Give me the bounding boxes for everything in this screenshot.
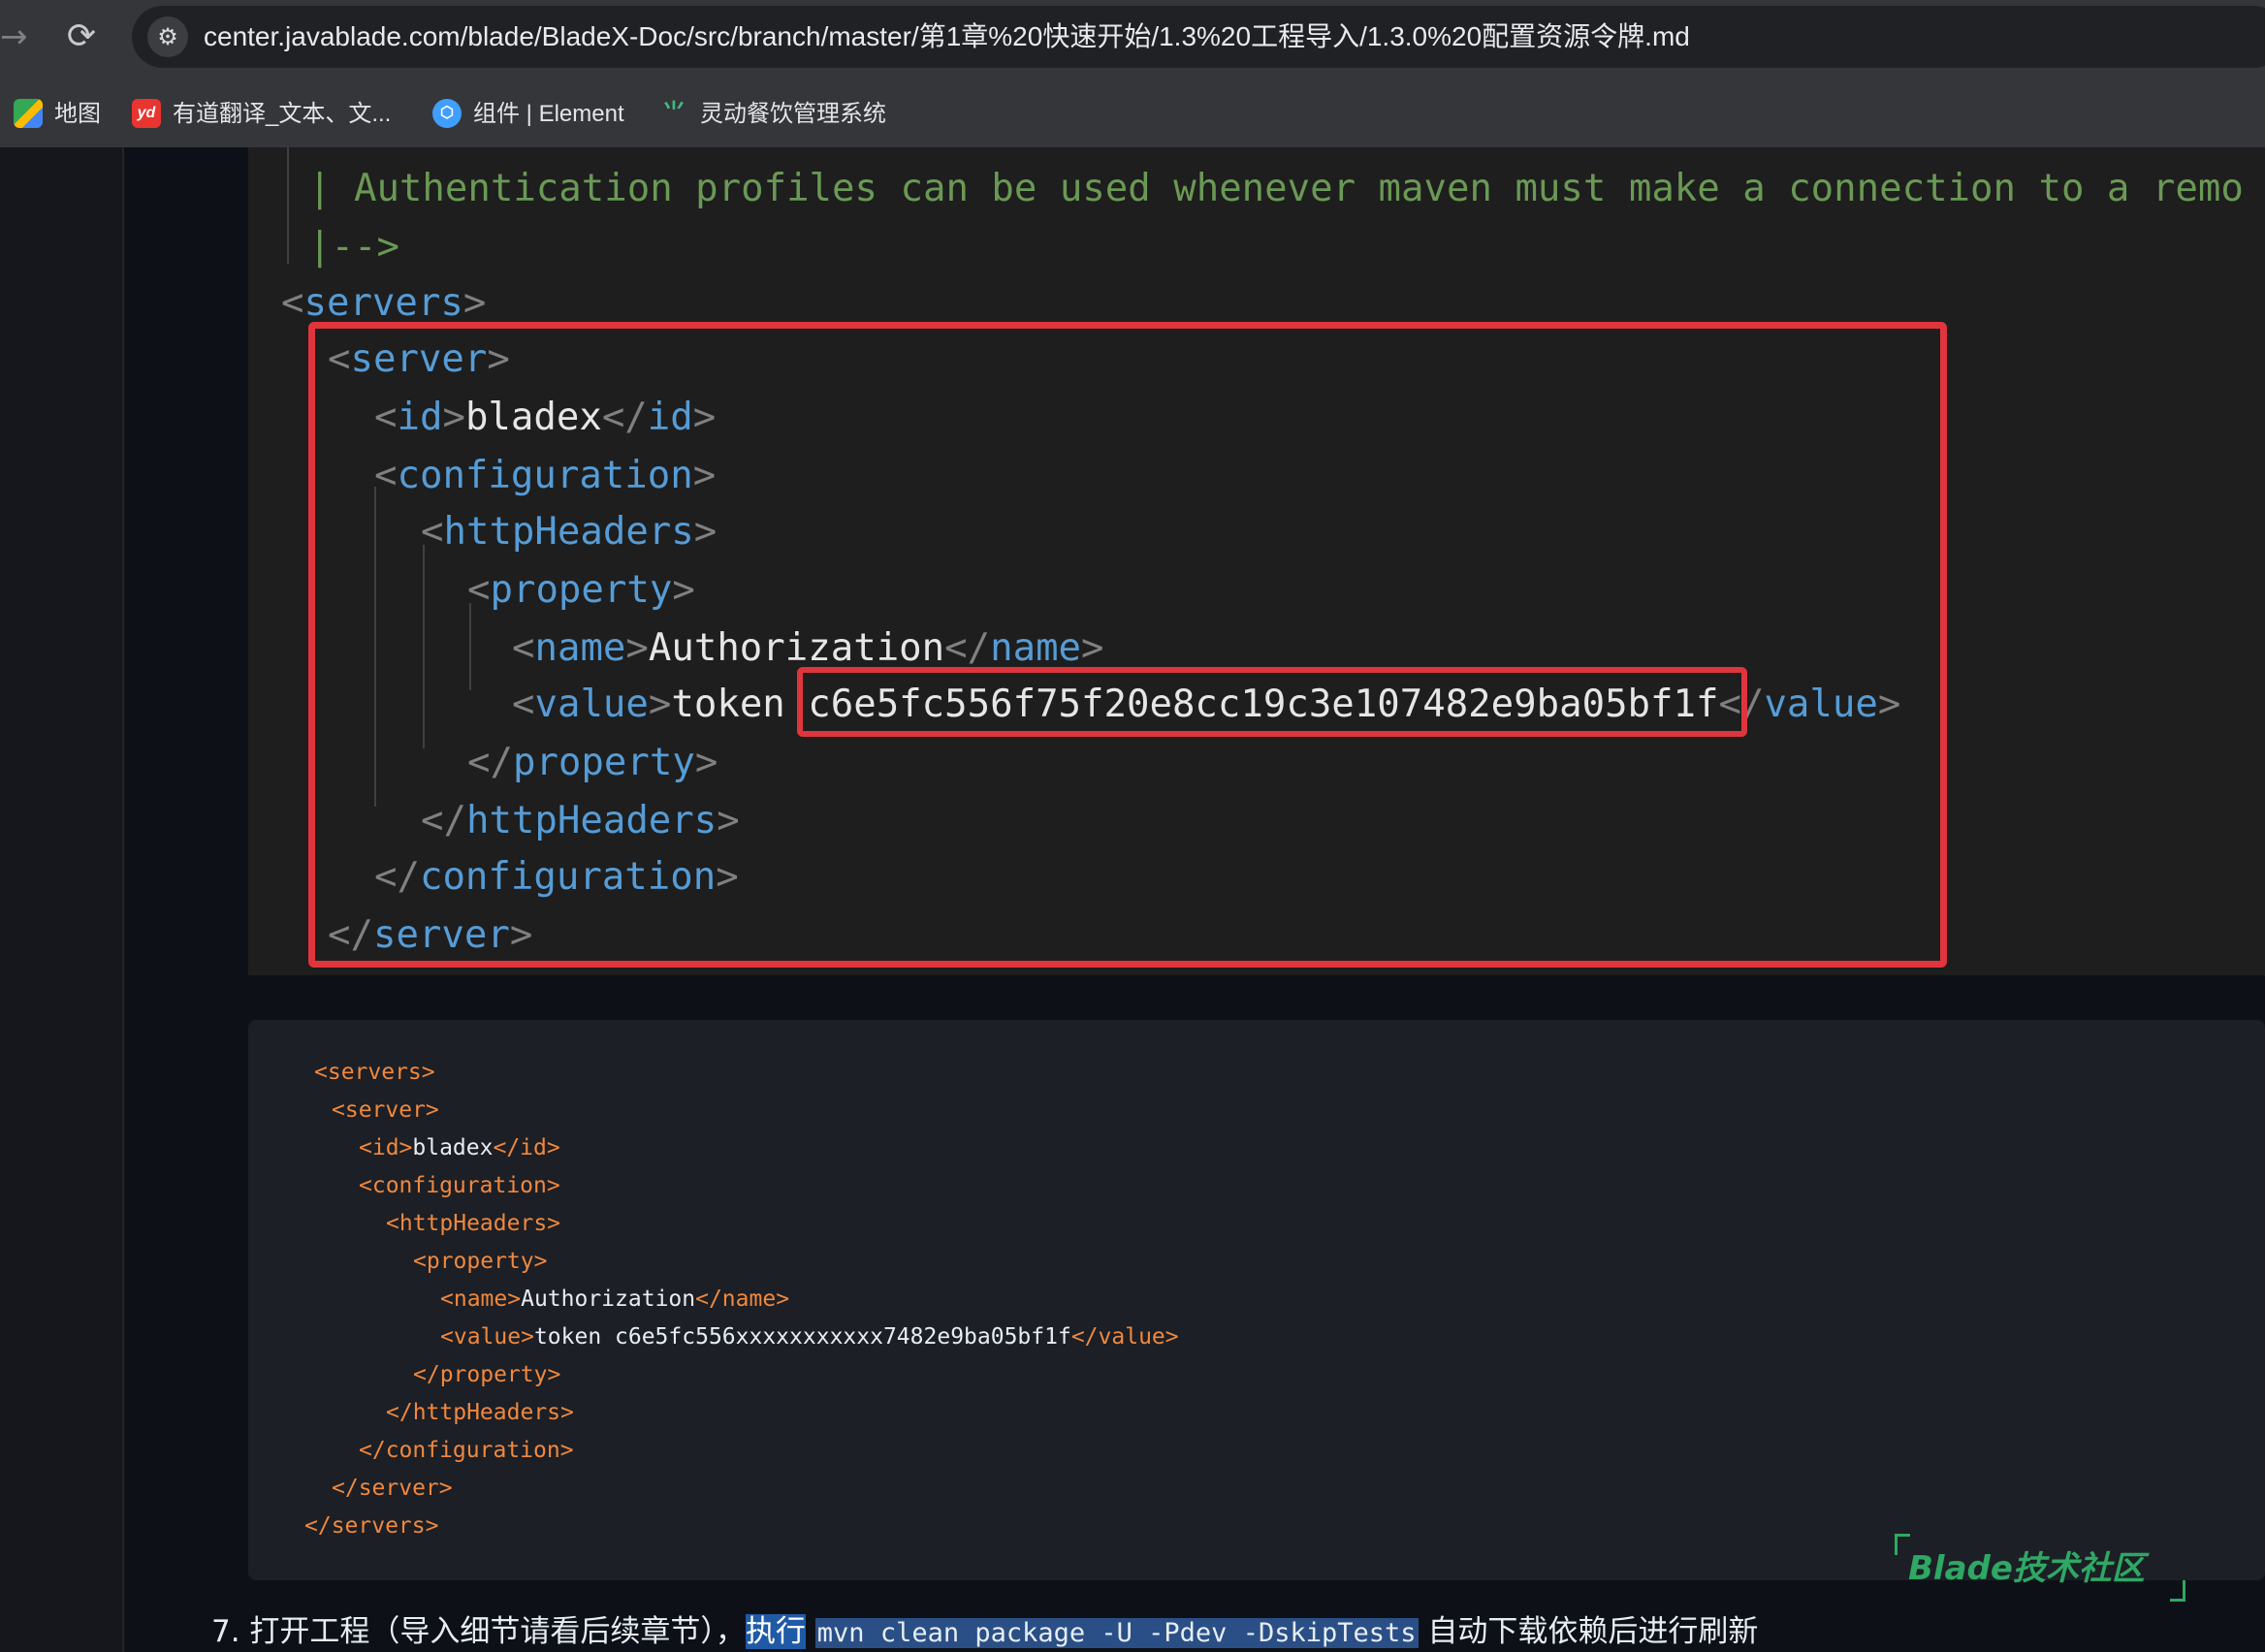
code-block-line: <property> <box>413 1249 548 1274</box>
comment-end: |--> <box>308 225 399 269</box>
bookmark-youdao[interactable]: yd 有道翻译_文本、文... <box>132 93 391 136</box>
element-icon: ⬡ <box>432 98 462 128</box>
watermark: Blade技术社区 <box>1895 1534 2185 1602</box>
code-block-line: <name>Authorization</name> <box>440 1287 790 1312</box>
page-content: | Authentication profiles can be used wh… <box>0 147 2265 1652</box>
code-block-line: </configuration> <box>359 1438 574 1463</box>
code-block: <servers> <server> <id>bladex</id> <conf… <box>248 1020 2265 1580</box>
bookmark-map[interactable]: 地图 <box>14 93 101 136</box>
highlight-box-server <box>308 322 1947 968</box>
step-7-paragraph: 7. 打开工程（导入细节请看后续章节），执行 mvn clean package… <box>211 1607 1758 1652</box>
forward-arrow-icon[interactable]: → <box>0 16 28 58</box>
reload-icon[interactable]: ⟳ <box>60 16 103 58</box>
indent-guide <box>287 147 289 264</box>
vue-leaf-icon: ⺌ <box>662 99 686 126</box>
youdao-icon: yd <box>132 98 161 128</box>
bookmark-label: 有道翻译_文本、文... <box>173 101 392 127</box>
watermark-corner <box>2170 1580 2185 1602</box>
highlight-box-token <box>797 667 1747 737</box>
code-block-line: <configuration> <box>359 1173 560 1198</box>
step-7-prefix: 7. 打开工程（导入细节请看后续章节）， <box>211 1614 746 1649</box>
url-text[interactable]: center.javablade.com/blade/BladeX-Doc/sr… <box>204 17 1690 56</box>
site-info-icon[interactable]: ⚙ <box>147 16 188 57</box>
code-block-line: <httpHeaders> <box>386 1211 561 1236</box>
code-block-line: </httpHeaders> <box>386 1400 574 1425</box>
code-block-line: <value>token c6e5fc556xxxxxxxxxxx7482e9b… <box>440 1324 1179 1350</box>
code-block-line: </servers> <box>304 1513 439 1539</box>
browser-chrome: → ⟳ ⚙ center.javablade.com/blade/BladeX-… <box>0 0 2265 147</box>
bookmark-label: 组件 | Element <box>473 101 624 127</box>
bookmark-label: 地图 <box>54 101 101 127</box>
code-block-line: </server> <box>332 1476 453 1501</box>
step-7-command: mvn clean package -U -Pdev -DskipTests <box>814 1618 1419 1648</box>
comment-line: | Authentication profiles can be used wh… <box>308 167 2244 210</box>
code-block-line: </property> <box>413 1362 561 1387</box>
code-block-line: <servers> <box>314 1060 435 1085</box>
bookmark-label: 灵动餐饮管理系统 <box>700 101 886 127</box>
code-block-line: <server> <box>332 1097 439 1123</box>
bookmark-element[interactable]: ⬡ 组件 | Element <box>432 93 624 136</box>
step-7-suffix: 自动下载依赖后进行刷新 <box>1418 1614 1759 1649</box>
bookmark-catering[interactable]: ⺌灵动餐饮管理系统 <box>659 93 886 136</box>
step-7-highlight: 执行 <box>745 1614 806 1649</box>
left-gutter <box>0 147 124 1652</box>
code-block-line: <id>bladex</id> <box>359 1135 560 1160</box>
watermark-text: Blade技术社区 <box>1908 1549 2145 1588</box>
bookmarks-bar: 地图 yd 有道翻译_文本、文... ⬡ 组件 | Element ⺌灵动餐饮管理系… <box>0 93 2265 136</box>
editor-screenshot: | Authentication profiles can be used wh… <box>248 147 2265 975</box>
maps-icon <box>14 98 43 128</box>
